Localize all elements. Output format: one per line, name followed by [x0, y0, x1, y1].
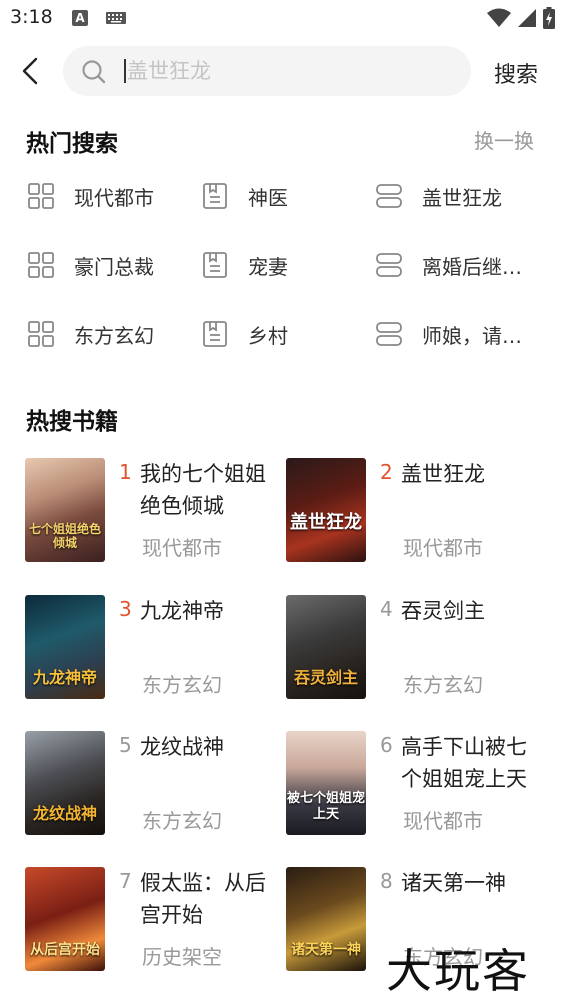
hot-search-label: 现代都市 — [74, 185, 154, 210]
hot-search-item[interactable]: 离婚后继… — [376, 245, 522, 285]
book-cover: 吞灵剑主 — [286, 595, 366, 699]
book-category: 现代都市 — [403, 536, 483, 560]
wifi-icon — [487, 8, 511, 27]
book-rank: 6 — [380, 733, 393, 757]
cover-title: 七个姐姐绝色倾城 — [28, 522, 101, 550]
hot-books-title: 热搜书籍 — [26, 409, 118, 435]
book-cover: 盖世狂龙 — [286, 458, 366, 562]
hot-search-title: 热门搜索 — [26, 131, 118, 157]
battery-icon — [543, 7, 555, 29]
watermark: 大玩客 — [386, 944, 530, 998]
search-input[interactable] — [127, 46, 447, 96]
book-category: 现代都市 — [403, 809, 483, 833]
keyboard-icon — [106, 12, 126, 24]
book-cover: 九龙神帝 — [25, 595, 105, 699]
book-rank: 3 — [119, 597, 132, 621]
hot-search-label: 盖世狂龙 — [422, 185, 502, 210]
cover-title: 盖世狂龙 — [290, 512, 362, 533]
hot-search-item[interactable]: 东方玄幻 — [28, 314, 154, 354]
book-title: 假太监：从后宫开始 — [140, 871, 266, 927]
cover-title: 被七个姐姐宠上天 — [286, 791, 365, 822]
book-title: 盖世狂龙 — [401, 462, 485, 486]
cover-title: 九龙神帝 — [32, 668, 97, 687]
hot-search-item[interactable]: 盖世狂龙 — [376, 176, 502, 216]
book-cover: 从后宫开始 — [25, 867, 105, 971]
text-cursor — [124, 59, 126, 83]
book-card[interactable]: 七个姐姐绝色倾城 1 我的七个姐姐绝色倾城 现代都市 — [25, 458, 285, 566]
signal-icon — [518, 9, 536, 27]
cover-title: 吞灵剑主 — [293, 668, 358, 687]
hot-search-label: 离婚后继… — [422, 254, 522, 279]
book-cover: 龙纹战神 — [25, 731, 105, 835]
book-card[interactable]: 被七个姐姐宠上天 6 高手下山被七个姐姐宠上天 现代都市 — [286, 731, 546, 839]
grid-icon — [28, 321, 54, 347]
hot-search-item[interactable]: 豪门总裁 — [28, 245, 154, 285]
stack-icon — [376, 184, 402, 208]
search-icon — [82, 60, 106, 84]
book-title: 诸天第一神 — [401, 871, 506, 895]
book-rank: 1 — [119, 460, 132, 484]
hot-search-label: 豪门总裁 — [74, 254, 154, 279]
hot-search-item[interactable]: 现代都市 — [28, 176, 154, 216]
hot-search-item[interactable]: 乡村 — [202, 314, 288, 354]
book-category: 东方玄幻 — [142, 673, 222, 697]
status-time: 3:18 — [10, 6, 53, 28]
book-card[interactable]: 从后宫开始 7 假太监：从后宫开始 历史架空 — [25, 867, 285, 975]
book-icon — [203, 321, 227, 347]
hot-search-label: 宠妻 — [248, 254, 288, 279]
book-cover: 诸天第一神 — [286, 867, 366, 971]
hot-search-item[interactable]: 师娘，请… — [376, 314, 522, 354]
book-card[interactable]: 吞灵剑主 4 吞灵剑主 东方玄幻 — [286, 595, 546, 703]
book-icon — [203, 183, 227, 209]
book-title: 龙纹战神 — [140, 735, 224, 759]
book-card[interactable]: 龙纹战神 5 龙纹战神 东方玄幻 — [25, 731, 285, 839]
book-category: 历史架空 — [142, 945, 222, 969]
grid-icon — [28, 183, 54, 209]
notification-icon: A — [72, 10, 88, 26]
book-category: 现代都市 — [142, 536, 222, 560]
book-category: 东方玄幻 — [403, 673, 483, 697]
cover-title: 诸天第一神 — [291, 942, 361, 958]
stack-icon — [376, 253, 402, 277]
hot-search-label: 神医 — [248, 185, 288, 210]
book-icon — [203, 252, 227, 278]
book-rank: 4 — [380, 597, 393, 621]
grid-icon — [28, 252, 54, 278]
status-bar: 3:18 A — [0, 0, 565, 36]
search-button[interactable]: 搜索 — [494, 57, 538, 89]
search-box[interactable] — [63, 46, 471, 96]
book-rank: 7 — [119, 869, 132, 893]
book-title: 高手下山被七个姐姐宠上天 — [401, 735, 527, 791]
hot-search-item[interactable]: 神医 — [202, 176, 288, 216]
book-cover: 七个姐姐绝色倾城 — [25, 458, 105, 562]
book-title: 吞灵剑主 — [401, 599, 485, 623]
book-card[interactable]: 九龙神帝 3 九龙神帝 东方玄幻 — [25, 595, 285, 703]
hot-search-label: 乡村 — [248, 323, 288, 348]
hot-search-item[interactable]: 宠妻 — [202, 245, 288, 285]
book-category: 东方玄幻 — [142, 809, 222, 833]
refresh-button[interactable]: 换一换 — [474, 125, 534, 154]
back-arrow-icon[interactable] — [16, 56, 46, 86]
cover-title: 龙纹战神 — [32, 804, 97, 823]
hot-search-label: 师娘，请… — [422, 323, 522, 348]
cover-title: 从后宫开始 — [30, 942, 100, 958]
book-title: 我的七个姐姐绝色倾城 — [140, 462, 266, 518]
book-card[interactable]: 盖世狂龙 2 盖世狂龙 现代都市 — [286, 458, 546, 566]
book-rank: 8 — [380, 869, 393, 893]
stack-icon — [376, 322, 402, 346]
book-title: 九龙神帝 — [140, 599, 224, 623]
hot-search-label: 东方玄幻 — [74, 323, 154, 348]
book-cover: 被七个姐姐宠上天 — [286, 731, 366, 835]
book-rank: 5 — [119, 733, 132, 757]
book-rank: 2 — [380, 460, 393, 484]
